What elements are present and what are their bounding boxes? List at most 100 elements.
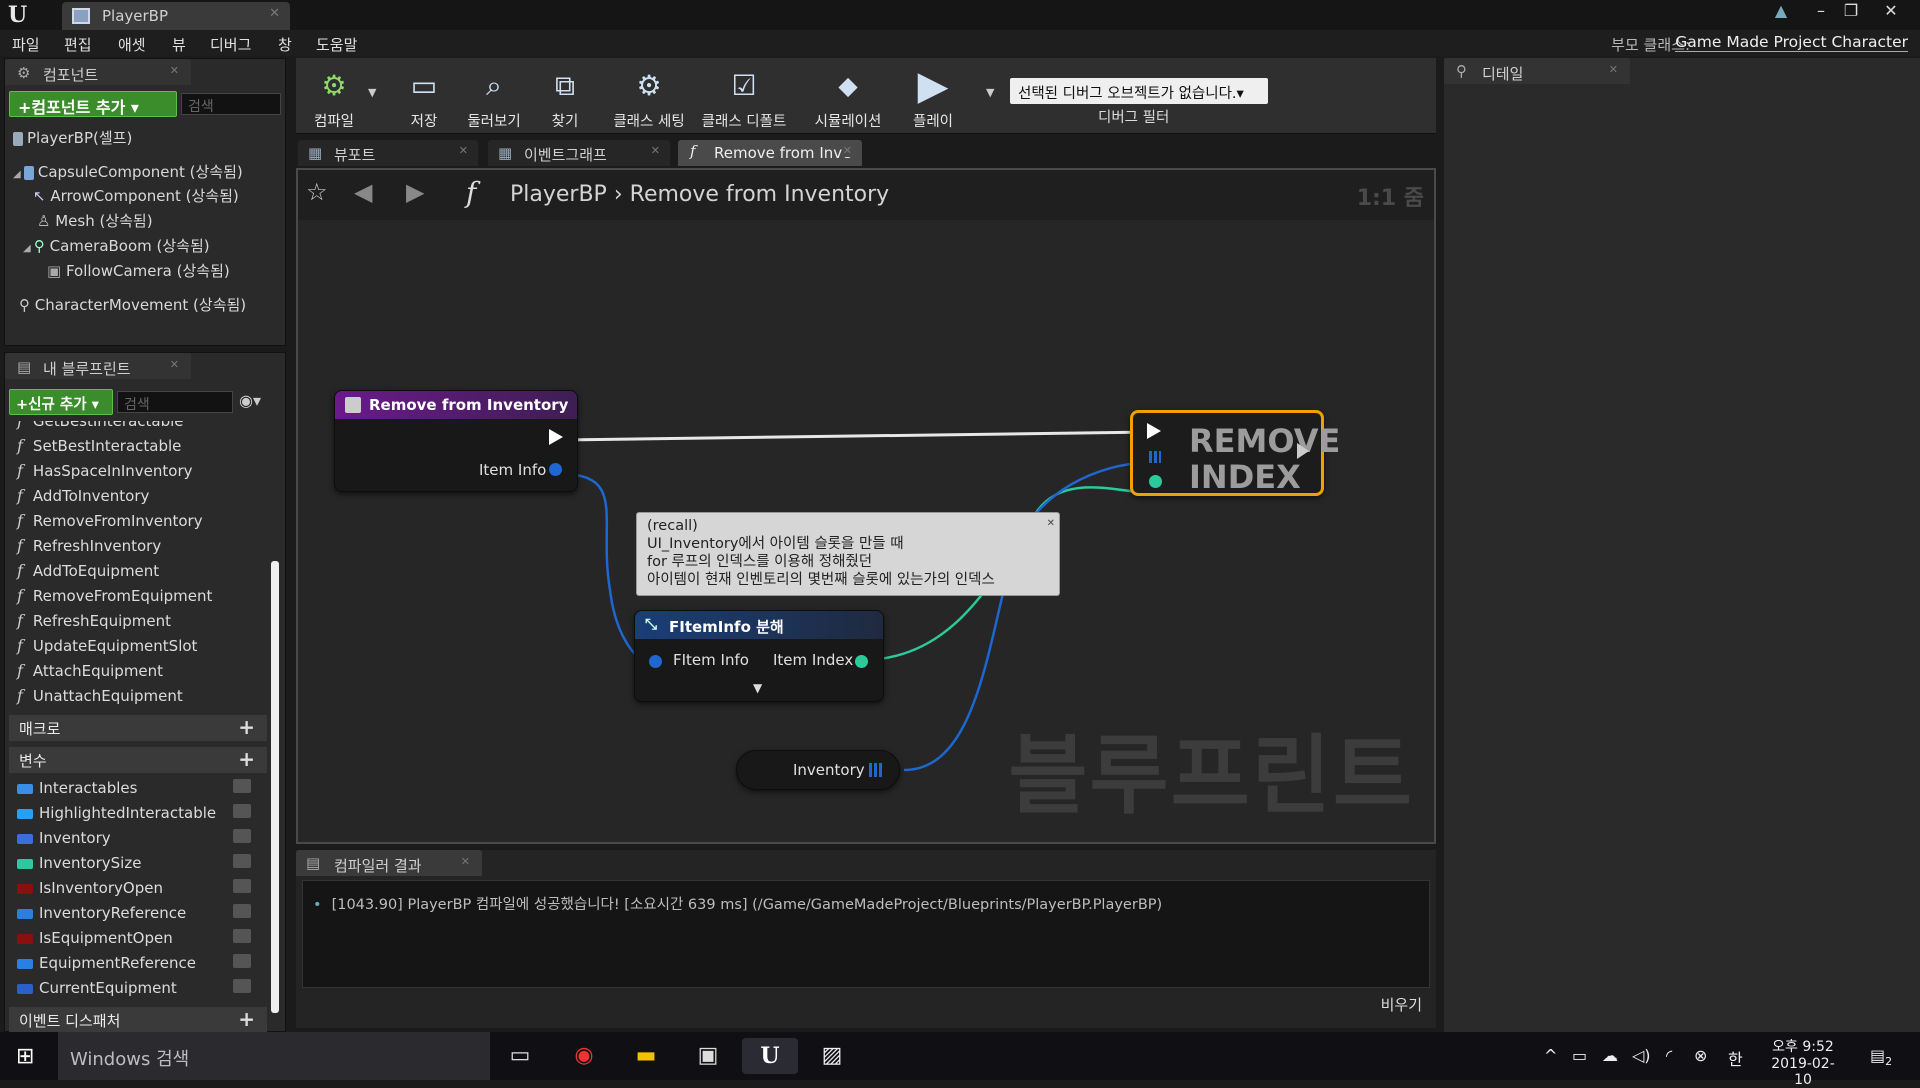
variable-visibility-icon[interactable] (233, 804, 251, 818)
array-grid-icon[interactable] (869, 763, 883, 777)
function-item[interactable]: f AddToEquipment (17, 561, 159, 580)
tab-remove-from-inventory[interactable]: f Remove from Inve ✕ (678, 140, 862, 166)
chrome-icon[interactable]: ◉ (562, 1038, 606, 1074)
function-item[interactable]: f SetBestInteractable (17, 436, 181, 455)
collapse-arrow-icon[interactable]: ◢ (23, 243, 34, 254)
my-blueprint-search-input[interactable]: 검색 (117, 391, 233, 413)
tab-viewport[interactable]: ▦ 뷰포트 ✕ (298, 140, 478, 166)
tree-item-followcamera[interactable]: ▣ FollowCamera (상속됨) (47, 260, 230, 281)
macros-section[interactable]: 매크로 + (9, 715, 267, 741)
windows-start-icon[interactable]: ⊞ (16, 1044, 34, 1069)
close-icon[interactable]: ✕ (1609, 63, 1618, 76)
graph-editor[interactable]: ☆ ◀ ▶ f PlayerBP › Remove from Inventory… (296, 168, 1436, 844)
tree-item-movement[interactable]: ⚲ CharacterMovement (상속됨) (19, 294, 246, 315)
browse-button[interactable]: ⌕ 둘러보기 (458, 62, 530, 130)
add-component-button[interactable]: +컴포넌트 추가 ▾ (9, 91, 177, 117)
function-item[interactable]: f UpdateEquipmentSlot (17, 636, 197, 655)
restore-button[interactable]: ❐ (1836, 0, 1866, 22)
event-dispatchers-section[interactable]: 이벤트 디스패처 + (9, 1007, 267, 1033)
details-tab[interactable]: ⚲ 디테일 ✕ (1444, 58, 1630, 84)
unreal-taskbar-icon[interactable]: U (742, 1038, 798, 1074)
collapse-arrow-icon[interactable]: ◢ (13, 169, 24, 180)
remove-index-node[interactable]: REMOVE INDEX (1130, 410, 1340, 496)
variable-item[interactable]: Interactables (17, 779, 267, 797)
close-icon[interactable]: ✕ (651, 144, 660, 157)
tab-event-graph[interactable]: ▦ 이벤트그래프 ✕ (488, 140, 670, 166)
graduation-cap-icon[interactable]: ▲ (1766, 0, 1796, 22)
menu-view[interactable]: 뷰 (172, 34, 186, 55)
function-item[interactable]: f RemoveFromInventory (17, 511, 203, 530)
item-index-pin[interactable] (855, 655, 868, 668)
view-options-eye-icon[interactable]: ◉▾ (239, 391, 261, 410)
scrollbar[interactable] (271, 561, 279, 1013)
tray-chevron-icon[interactable]: ^ (1544, 1046, 1557, 1065)
variable-item[interactable]: Inventory (17, 829, 267, 847)
exec-out-pin[interactable] (1297, 443, 1309, 459)
taskbar-search[interactable]: Windows 검색 (58, 1032, 490, 1080)
item-info-pin[interactable] (549, 463, 562, 476)
menu-debug[interactable]: 디버그 (210, 34, 251, 55)
volume-icon[interactable]: ◁) (1632, 1046, 1651, 1065)
store-icon[interactable]: ▣ (686, 1038, 730, 1074)
compile-options-dropdown[interactable]: ▼ (368, 86, 376, 99)
variable-visibility-icon[interactable] (233, 779, 251, 793)
menu-file[interactable]: 파일 (12, 34, 40, 55)
compile-button[interactable]: ⚙ 컴파일 (300, 62, 368, 130)
variable-item[interactable]: InventoryReference (17, 904, 267, 922)
close-icon[interactable]: ✕ (459, 144, 468, 157)
add-macro-button[interactable]: + (238, 715, 255, 739)
function-entry-node[interactable]: Remove from Inventory Item Info (334, 390, 578, 492)
variable-visibility-icon[interactable] (233, 904, 251, 918)
clear-button[interactable]: 비우기 (1381, 994, 1422, 1015)
variable-item[interactable]: InventorySize (17, 854, 267, 872)
clock[interactable]: 오후 9:52 2019-02-10 (1768, 1036, 1838, 1088)
ime-indicator[interactable]: 한 (1728, 1046, 1743, 1070)
function-item[interactable]: f RemoveFromEquipment (17, 586, 212, 605)
function-item[interactable]: f RefreshEquipment (17, 611, 171, 630)
class-settings-button[interactable]: ⚙ 클래스 세팅 (606, 62, 692, 130)
tree-item-mesh[interactable]: ♙ Mesh (상속됨) (37, 210, 153, 231)
variable-visibility-icon[interactable] (233, 879, 251, 893)
function-item[interactable]: fGetBestInteractable (17, 421, 184, 430)
file-explorer-icon[interactable]: ▬ (624, 1038, 668, 1074)
add-dispatcher-button[interactable]: + (238, 1007, 255, 1031)
simulation-button[interactable]: ⬥ 시뮬레이션 (806, 62, 890, 130)
tree-item-capsule[interactable]: ◢ CapsuleComponent (상속됨) (13, 161, 243, 182)
my-blueprint-tab[interactable]: ▤ 내 블루프린트 ✕ (5, 353, 191, 379)
close-window-button[interactable]: ✕ (1876, 0, 1906, 22)
variable-item[interactable]: EquipmentReference (17, 954, 267, 972)
pin-comment-icon[interactable]: ✕ (1047, 515, 1055, 533)
task-view-icon[interactable]: ▭ (498, 1038, 542, 1074)
close-icon[interactable]: ✕ (170, 64, 179, 77)
break-struct-node[interactable]: ⤡ FItemInfo 분해 FItem Info Item Index ▼ (634, 610, 884, 702)
variables-section[interactable]: 변수 + (9, 747, 267, 773)
variable-item[interactable]: IsInventoryOpen (17, 879, 267, 897)
document-tab[interactable]: PlayerBP ✕ (62, 2, 290, 30)
expand-arrow-icon[interactable]: ▼ (753, 681, 762, 695)
variable-visibility-icon[interactable] (233, 954, 251, 968)
add-new-button[interactable]: +신규 추가 ▾ (9, 389, 113, 415)
play-button[interactable]: ▶ 플레이 (902, 62, 964, 130)
components-tab[interactable]: ⚙ 컴포넌트 ✕ (5, 59, 191, 85)
function-item[interactable]: f RefreshInventory (17, 536, 161, 555)
close-icon[interactable]: ✕ (170, 358, 179, 371)
close-icon[interactable]: ✕ (461, 855, 470, 868)
variable-item[interactable]: CurrentEquipment (17, 979, 267, 997)
debug-object-select[interactable]: 선택된 디버그 오브젝트가 없습니다.▾ (1010, 78, 1268, 104)
exec-in-pin[interactable] (1147, 423, 1161, 439)
network-blocked-icon[interactable]: ⊗ (1694, 1046, 1707, 1065)
tree-item-cameraboom[interactable]: ◢ ⚲ CameraBoom (상속됨) (23, 235, 210, 256)
play-options-dropdown[interactable]: ▼ (986, 86, 994, 99)
save-button[interactable]: ▭ 저장 (392, 62, 456, 130)
minimize-button[interactable]: – (1806, 0, 1836, 22)
unreal-logo-icon[interactable]: U (8, 2, 32, 28)
notification-icon[interactable]: ▤2 (1870, 1046, 1892, 1068)
variable-item[interactable]: IsEquipmentOpen (17, 929, 267, 947)
function-item[interactable]: f AddToInventory (17, 486, 149, 505)
menu-window[interactable]: 창 (278, 34, 292, 55)
tree-item-arrow[interactable]: ↖ ArrowComponent (상속됨) (33, 185, 239, 206)
add-variable-button[interactable]: + (238, 747, 255, 771)
wifi-icon[interactable]: ◜ (1666, 1046, 1672, 1065)
components-search-input[interactable]: 검색 (181, 93, 281, 115)
menu-help[interactable]: 도움말 (316, 34, 357, 55)
